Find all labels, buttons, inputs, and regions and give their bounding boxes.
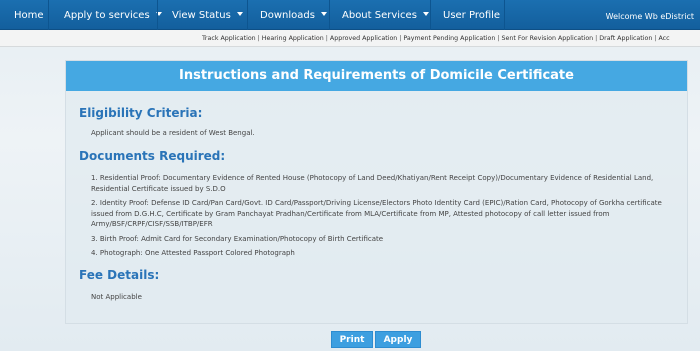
nav-divider — [430, 0, 431, 30]
nav-view-status-label: View Status — [172, 10, 231, 21]
link-separator: | — [399, 35, 402, 42]
document-item-identity: 2. Identity Proof: Defense ID Card/Pan C… — [91, 199, 662, 228]
link-separator: | — [497, 35, 500, 42]
link-separator: | — [595, 35, 598, 42]
nav-divider — [157, 0, 158, 30]
nav-about-services[interactable]: About Services — [342, 0, 429, 30]
welcome-text: Welcome Wb eDistrict — [605, 12, 694, 21]
fee-text: Not Applicable — [91, 293, 142, 301]
eligibility-heading: Eligibility Criteria: — [79, 106, 203, 120]
panel-title: Instructions and Requirements of Domicil… — [66, 61, 687, 91]
application-links: Track Application | Hearing Application | Ap… — [202, 30, 670, 46]
instructions-panel: Instructions and Requirements of Domicil… — [65, 60, 688, 324]
nav-view-status[interactable]: View Status — [172, 0, 243, 30]
secondary-navbar: Track Application | Hearing Application | Ap… — [0, 30, 700, 47]
main-navbar: Home Apply to services View Status Downl… — [0, 0, 700, 30]
fee-heading: Fee Details: — [79, 268, 160, 282]
link-hearing-application[interactable]: Hearing Application — [262, 35, 324, 42]
nav-downloads[interactable]: Downloads — [260, 0, 327, 30]
link-separator: | — [257, 35, 260, 42]
chevron-down-icon — [422, 12, 429, 16]
nav-divider — [247, 0, 248, 30]
nav-downloads-label: Downloads — [260, 10, 315, 21]
nav-home[interactable]: Home — [14, 0, 44, 30]
document-item-photograph: 4. Photograph: One Attested Passport Col… — [91, 249, 295, 257]
link-sent-for-revision-application[interactable]: Sent For Revision Application — [501, 35, 593, 42]
nav-divider — [504, 0, 505, 30]
chevron-down-icon — [320, 12, 327, 16]
nav-divider — [329, 0, 330, 30]
link-track-application[interactable]: Track Application — [202, 35, 256, 42]
print-button[interactable]: Print — [331, 331, 373, 348]
document-item-birth: 3. Birth Proof: Admit Card for Secondary… — [91, 234, 384, 243]
documents-heading: Documents Required: — [79, 149, 226, 163]
document-item-residential: 1. Residential Proof: Documentary Eviden… — [91, 174, 654, 193]
eligibility-text: Applicant should be a resident of West B… — [91, 129, 255, 137]
nav-about-label: About Services — [342, 10, 417, 21]
chevron-down-icon — [236, 12, 243, 16]
nav-user-profile[interactable]: User Profile — [443, 0, 500, 30]
link-separator: | — [654, 35, 657, 42]
link-payment-pending-application[interactable]: Payment Pending Application — [403, 35, 495, 42]
nav-apply-to-services[interactable]: Apply to services — [64, 0, 162, 30]
link-draft-application[interactable]: Draft Application — [599, 35, 652, 42]
nav-divider — [48, 0, 49, 30]
link-approved-application[interactable]: Approved Application — [330, 35, 397, 42]
link-account[interactable]: Acc — [658, 35, 669, 42]
nav-apply-label: Apply to services — [64, 10, 150, 21]
apply-button[interactable]: Apply — [375, 331, 421, 348]
documents-list: 1. Residential Proof: Documentary Eviden… — [91, 173, 673, 263]
link-separator: | — [325, 35, 328, 42]
